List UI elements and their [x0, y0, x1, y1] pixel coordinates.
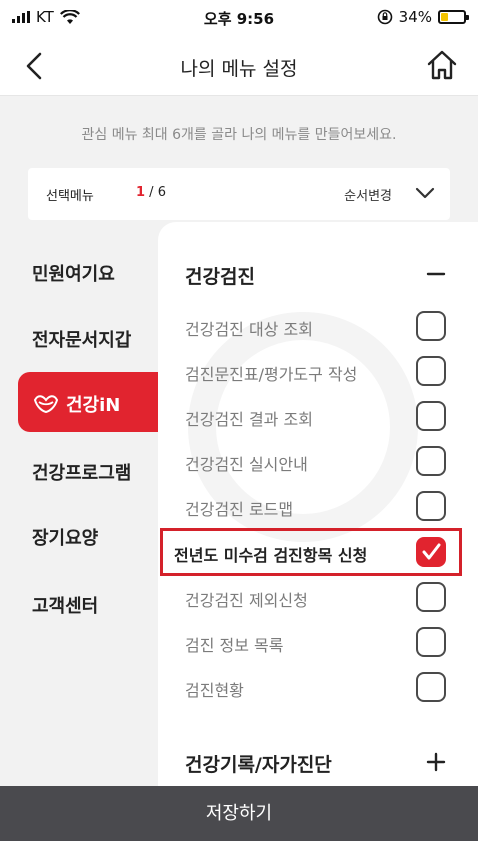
menu-item-label: 검진현황: [185, 681, 244, 700]
checkmark-icon: [422, 543, 441, 560]
checkbox[interactable]: [416, 672, 446, 702]
menu-item-label: 건강검진 대상 조회: [185, 320, 313, 339]
minus-icon[interactable]: [424, 262, 448, 286]
checkbox[interactable]: [416, 446, 446, 476]
checkbox[interactable]: [416, 582, 446, 612]
chevron-down-icon[interactable]: [414, 184, 436, 202]
menu-item-checkup-guide[interactable]: 건강검진 실시안내: [158, 439, 478, 483]
menu-item-roadmap[interactable]: 건강검진 로드맵: [158, 484, 478, 528]
battery-icon: [438, 10, 469, 24]
sidebar-item-long-term-care[interactable]: 장기요양: [32, 524, 98, 550]
menu-item-label: 검진 정보 목록: [185, 636, 284, 655]
menu-item-label: 건강검진 실시안내: [185, 455, 308, 474]
menu-item-info-list[interactable]: 검진 정보 목록: [158, 620, 478, 664]
selection-bar: 선택메뉴 1 / 6 순서변경: [28, 168, 450, 220]
orientation-lock-icon: [377, 9, 392, 25]
checkbox-checked[interactable]: [416, 537, 446, 567]
sidebar-item-e-wallet[interactable]: 전자문서지갑: [32, 326, 131, 352]
header: 나의 메뉴 설정: [0, 36, 478, 96]
plus-icon[interactable]: [424, 750, 448, 774]
section-title-records[interactable]: 건강기록/자가진단: [185, 750, 332, 777]
checkbox[interactable]: [416, 401, 446, 431]
menu-item-questionnaire[interactable]: 검진문진표/평가도구 작성: [158, 349, 478, 393]
sidebar-item-label: 건강iN: [66, 395, 121, 416]
menu-item-label: 전년도 미수검 검진항목 신청: [174, 546, 368, 565]
selection-max: / 6: [145, 185, 166, 200]
sidebar: 민원여기요 전자문서지갑 건강iN 건강프로그램 장기요양 고객센터: [0, 222, 175, 786]
selection-label: 선택메뉴: [46, 189, 94, 204]
checkbox[interactable]: [416, 356, 446, 386]
menu-item-exclusion[interactable]: 건강검진 제외신청: [158, 575, 478, 619]
menu-item-checkup-result[interactable]: 건강검진 결과 조회: [158, 394, 478, 438]
health-in-icon: [33, 395, 59, 414]
status-bar: KT 오후 9:56 34%: [0, 0, 478, 36]
menu-item-label: 건강검진 결과 조회: [185, 410, 313, 429]
sidebar-item-health-program[interactable]: 건강프로그램: [32, 459, 131, 485]
status-right: 34%: [377, 8, 469, 26]
page-title: 나의 메뉴 설정: [180, 58, 298, 80]
menu-panel: 건강검진 건강검진 대상 조회 검진문진표/평가도구 작성 건강검진 결과 조회…: [158, 222, 478, 786]
menu-item-label: 검진문진표/평가도구 작성: [185, 365, 358, 384]
sidebar-item-health-in[interactable]: 건강iN: [18, 372, 175, 432]
menu-item-missed-checkup[interactable]: 전년도 미수검 검진항목 신청: [158, 530, 478, 574]
battery-percent: 34%: [398, 8, 432, 26]
menu-item-status[interactable]: 검진현황: [158, 665, 478, 709]
checkbox[interactable]: [416, 311, 446, 341]
home-button[interactable]: [424, 48, 460, 82]
menu-item-label: 건강검진 제외신청: [185, 591, 308, 610]
sidebar-item-customer-center[interactable]: 고객센터: [32, 592, 98, 618]
selection-count: 1 / 6: [136, 185, 166, 200]
save-button[interactable]: 저장하기: [0, 786, 478, 841]
selection-current: 1: [136, 185, 146, 200]
reorder-label[interactable]: 순서변경: [344, 185, 392, 204]
info-text: 관심 메뉴 최대 6개를 골라 나의 메뉴를 만들어보세요.: [81, 127, 397, 143]
menu-item-label: 건강검진 로드맵: [185, 500, 294, 519]
section-title-checkup[interactable]: 건강검진: [185, 262, 255, 289]
home-icon: [427, 50, 457, 80]
checkbox[interactable]: [416, 627, 446, 657]
menu-item-checkup-target[interactable]: 건강검진 대상 조회: [158, 304, 478, 348]
sidebar-item-civil[interactable]: 민원여기요: [32, 260, 115, 286]
checkbox[interactable]: [416, 491, 446, 521]
